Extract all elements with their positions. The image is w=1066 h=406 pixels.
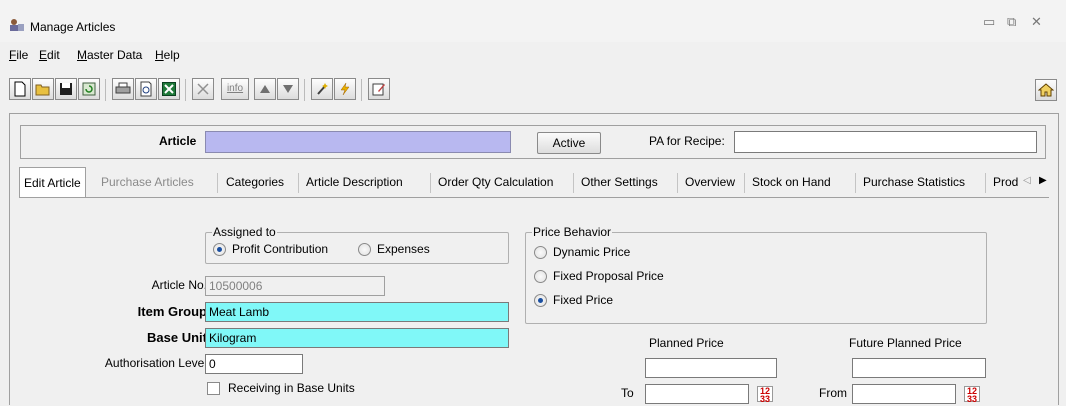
from-label: From — [819, 386, 847, 400]
close-icon[interactable]: ✕ — [1031, 14, 1042, 30]
tab-edit-article[interactable]: Edit Article — [19, 167, 86, 198]
menu-edit[interactable]: Edit — [39, 48, 60, 62]
article-no-input: 10500006 — [205, 276, 385, 296]
print-icon[interactable] — [112, 78, 134, 100]
wand-icon[interactable] — [311, 78, 333, 100]
info-icon[interactable]: info — [221, 78, 249, 100]
move-down-icon[interactable] — [277, 78, 299, 100]
open-folder-icon[interactable] — [32, 78, 54, 100]
app-icon — [10, 19, 24, 31]
move-up-icon[interactable] — [254, 78, 276, 100]
from-date-input[interactable] — [852, 384, 956, 404]
tab-article-description[interactable]: Article Description — [302, 167, 407, 197]
item-group-label: Item Group — [137, 304, 207, 319]
radio-selected-icon — [213, 242, 226, 256]
save-icon[interactable] — [55, 78, 77, 100]
new-document-icon[interactable] — [9, 78, 31, 100]
tab-purchase-statistics[interactable]: Purchase Statistics — [859, 167, 969, 197]
tab-scroll-left-icon[interactable]: ◁ — [1023, 175, 1031, 186]
restore-icon[interactable]: ⧉ — [1007, 14, 1016, 30]
radio-profit-contribution[interactable]: Profit Contribution — [213, 242, 328, 256]
excel-export-icon[interactable] — [158, 78, 180, 100]
to-label: To — [621, 386, 634, 400]
radio-selected-icon — [534, 293, 547, 307]
authorisation-level-input[interactable]: 0 — [205, 354, 303, 374]
radio-expenses[interactable]: Expenses — [358, 242, 430, 256]
checkbox-icon — [207, 381, 220, 395]
lightning-icon[interactable] — [334, 78, 356, 100]
article-label: Article — [159, 134, 197, 148]
to-date-input[interactable] — [645, 384, 749, 404]
menu-help[interactable]: Help — [155, 48, 180, 62]
toolbar: info — [0, 76, 1066, 108]
radio-fixed-proposal-price[interactable]: Fixed Proposal Price — [534, 269, 664, 283]
radio-fixed-price[interactable]: Fixed Price — [534, 293, 613, 307]
tab-purchase-articles[interactable]: Purchase Articles — [97, 167, 198, 197]
home-icon[interactable] — [1035, 79, 1057, 101]
pa-recipe-label: PA for Recipe: — [649, 134, 725, 148]
tab-categories[interactable]: Categories — [222, 167, 288, 197]
main-panel: Article Active PA for Recipe: Edit Artic… — [9, 113, 1059, 406]
edit-article-panel: Assigned to Profit Contribution Expenses… — [19, 197, 1049, 406]
edit-note-icon[interactable] — [368, 78, 390, 100]
to-calendar-icon[interactable]: 12 33 — [757, 386, 773, 404]
item-group-input[interactable]: Meat Lamb — [205, 302, 509, 322]
base-unit-input[interactable]: Kilogram — [205, 328, 509, 348]
price-behavior-title: Price Behavior — [532, 225, 613, 239]
radio-unselected-icon — [358, 242, 371, 256]
article-header: Article Active PA for Recipe: — [20, 125, 1046, 159]
future-planned-price-input[interactable] — [852, 358, 986, 378]
tab-stock-on-hand[interactable]: Stock on Hand — [748, 167, 835, 197]
menu-bar: File Edit Master Data Help — [0, 46, 1066, 68]
tab-prod[interactable]: Prod — [989, 167, 1022, 197]
price-behavior-group: Price Behavior Dynamic Price Fixed Propo… — [525, 225, 987, 324]
tab-scroll-right-icon[interactable]: ▶ — [1039, 175, 1047, 186]
menu-file[interactable]: File — [9, 48, 28, 62]
from-calendar-icon[interactable]: 12 33 — [964, 386, 980, 404]
radio-unselected-icon — [534, 245, 547, 259]
assigned-to-group: Assigned to Profit Contribution Expenses — [205, 225, 509, 264]
radio-dynamic-price[interactable]: Dynamic Price — [534, 245, 630, 259]
window-title: Manage Articles — [30, 20, 116, 34]
refresh-icon[interactable] — [78, 78, 100, 100]
receiving-base-units-checkbox[interactable]: Receiving in Base Units — [207, 381, 355, 395]
pa-recipe-input[interactable] — [734, 131, 1037, 153]
future-planned-price-label: Future Planned Price — [849, 336, 962, 350]
planned-price-input[interactable] — [645, 358, 777, 378]
article-input[interactable] — [205, 131, 511, 153]
radio-unselected-icon — [534, 269, 547, 283]
delete-icon[interactable] — [192, 78, 214, 100]
planned-price-label: Planned Price — [649, 336, 724, 350]
assigned-to-title: Assigned to — [212, 225, 277, 239]
active-button[interactable]: Active — [537, 132, 601, 154]
title-bar: Manage Articles ▭ ⧉ ✕ — [0, 0, 1066, 42]
minimize-icon[interactable]: ▭ — [983, 14, 995, 30]
base-unit-label: Base Unit — [147, 330, 207, 345]
tab-overview[interactable]: Overview — [681, 167, 739, 197]
print-preview-icon[interactable] — [135, 78, 157, 100]
menu-master-data[interactable]: Master Data — [77, 48, 142, 62]
authorisation-level-label: Authorisation Level — [104, 356, 207, 370]
tab-other-settings[interactable]: Other Settings — [577, 167, 662, 197]
article-no-label: Article No. — [151, 278, 207, 292]
tab-order-qty-calculation[interactable]: Order Qty Calculation — [434, 167, 557, 197]
tab-strip: Edit Article Purchase Articles Categorie… — [19, 167, 1049, 198]
